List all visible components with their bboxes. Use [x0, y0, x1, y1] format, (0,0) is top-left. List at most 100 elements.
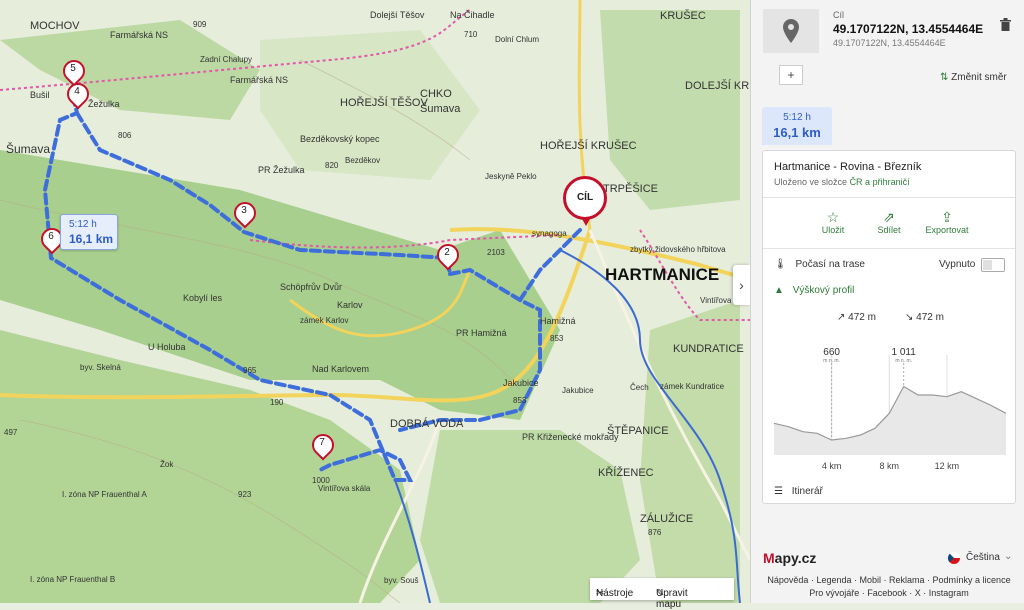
map-place-label: Vintířova skála	[318, 484, 371, 493]
route-summary-bubble[interactable]: 5:12 h 16,1 km	[60, 214, 118, 250]
change-direction-button[interactable]: ⇅ Změnit směr	[940, 72, 1007, 83]
footer-link[interactable]: Reklama	[889, 575, 925, 585]
destination-sub: 49.1707122N, 13.4554464E	[833, 38, 946, 48]
waypoint-marker[interactable]: 2	[432, 239, 464, 274]
map-canvas[interactable]: MOCHOV Farmářská NS Šumava Bušil Žežulka 806 9…	[0, 0, 780, 610]
map-place-label: 923	[238, 490, 252, 499]
map-place-label: I. zóna NP Frauenthal A	[62, 490, 147, 499]
map-place-label: Kobylí les	[183, 293, 223, 303]
destination-label: Cíl	[833, 10, 844, 20]
saved-folder-link[interactable]: ČR a přihraničí	[850, 177, 910, 187]
map-place-label: Farmářská NS	[110, 30, 169, 40]
language-select[interactable]: Čeština ⌄	[944, 550, 1014, 566]
waypoint-number: 2	[444, 247, 450, 258]
x-tick-label: 4 km	[822, 461, 842, 471]
map-place-label: 190	[270, 398, 284, 407]
waypoint-number: 7	[319, 437, 325, 448]
destination-row[interactable]: Cíl 49.1707122N, 13.4554464E 49.1707122N…	[763, 9, 1015, 53]
map-place-label: 1000	[312, 476, 330, 485]
map-place-label: Hamižná	[540, 316, 576, 326]
waypoint-marker[interactable]: 6	[36, 223, 68, 258]
footer-link[interactable]: Nápověda	[767, 575, 808, 585]
footer-link[interactable]: Facebook	[867, 588, 907, 598]
descent-icon: ↘	[905, 312, 914, 323]
weather-state: Vypnuto	[939, 259, 976, 270]
map-place-label: Bezděkov	[345, 156, 381, 165]
elevation-row[interactable]: ▲ Výškový profil	[774, 285, 854, 296]
goal-marker[interactable]: CÍL	[563, 176, 607, 226]
descent-value: 472 m	[916, 312, 944, 323]
mapy-logo[interactable]: Mapy.cz	[763, 550, 816, 566]
map-place-label: Jakubice	[503, 378, 539, 388]
route-bubble-time: 5:12 h	[69, 219, 97, 230]
map-background	[0, 0, 752, 604]
footer-links-line2: Pro vývojáře · Facebook · X · Instagram	[758, 587, 1020, 600]
elevation-max-label: 1 011	[892, 347, 917, 358]
route-name: Hartmanice - Rovina - Březník	[774, 161, 922, 173]
waypoint-number: 4	[74, 86, 80, 97]
export-button[interactable]: ⇪ Exportovat	[917, 209, 977, 235]
thermometer-icon: 🌡	[774, 259, 787, 270]
waypoint-marker[interactable]: 3	[229, 197, 261, 232]
footer-link[interactable]: Pro vývojáře	[809, 588, 859, 598]
map-place-label: 965	[243, 366, 257, 375]
delete-waypoint-button[interactable]	[1000, 18, 1011, 34]
map-place-label: ŠTĚPANICE	[607, 425, 669, 437]
route-summary-tab[interactable]: 5:12 h 16,1 km	[762, 107, 832, 145]
footer-link[interactable]: Podmínky a licence	[933, 575, 1011, 585]
summary-distance: 16,1 km	[773, 125, 821, 140]
panel-collapse-button[interactable]: ›	[733, 265, 750, 305]
footer-link[interactable]: Legenda	[816, 575, 851, 585]
elevation-unit-label: m n. m.	[895, 358, 912, 364]
goal-label: CÍL	[576, 192, 594, 203]
map-place-label: Žežulka	[88, 99, 120, 109]
waypoint-marker[interactable]: 7	[307, 429, 339, 464]
saved-info: Uloženo ve složce ČR a přihraničí	[774, 177, 910, 187]
map-place-label: byv. Souš	[384, 576, 419, 585]
map-place-label: byv. Skelná	[80, 363, 121, 372]
elevation-unit-label: m n. m.	[823, 358, 840, 364]
ascent-value: 472 m	[848, 312, 876, 323]
map-place-label: PR Křiženecké mokřady	[522, 432, 619, 442]
map-place-label: U Holuba	[148, 342, 186, 352]
tools-label: Nástroje	[596, 588, 634, 599]
elevation-label: Výškový profil	[792, 285, 855, 296]
map-place-label: Nad Karlovem	[312, 364, 370, 374]
map-place-label: HARTMANICE	[605, 265, 720, 284]
weather-row[interactable]: 🌡 Počasí na trase	[774, 259, 865, 270]
map-place-label: CHKO	[420, 88, 452, 100]
save-button[interactable]: ☆ Uložit	[803, 209, 863, 235]
map-place-label: Šumava	[420, 103, 461, 115]
add-waypoint-button[interactable]: +	[779, 65, 803, 85]
waypoint-marker[interactable]: 4	[62, 78, 94, 113]
share-label: Sdílet	[877, 225, 901, 235]
elevation-chart[interactable]: 4 km 8 km 12 km660m n. m.1 011m n. m.	[772, 335, 1008, 480]
waypoint-number: 5	[70, 63, 76, 74]
map-place-label: Farmářská NS	[230, 75, 289, 85]
divider	[763, 197, 1015, 198]
czech-flag-icon	[948, 552, 960, 564]
itinerary-label: Itinerář	[791, 486, 823, 497]
weather-toggle[interactable]	[981, 258, 1005, 272]
separator: ·	[906, 588, 915, 598]
plus-icon: +	[787, 68, 795, 82]
itinerary-button[interactable]: ☰ Itinerář	[774, 486, 823, 497]
map-place-label: Dolní Chlum	[495, 35, 540, 44]
map-place-label: Jakubice	[562, 386, 594, 395]
share-button[interactable]: ⇗ Sdílet	[859, 209, 919, 235]
list-icon: ☰	[774, 486, 783, 497]
map-place-label: PR Žežulka	[258, 165, 305, 175]
footer-link[interactable]: Instagram	[929, 588, 969, 598]
map-place-label: HOŘEJŠÍ KRUŠEC	[540, 140, 637, 152]
map-place-label: zámek Kundratice	[660, 382, 725, 391]
map-place-label: Jeskyně Peklo	[485, 172, 537, 181]
separator: ·	[851, 575, 860, 585]
footer-link[interactable]: Mobil	[860, 575, 882, 585]
map-place-label: Čech	[630, 383, 649, 392]
language-label: Čeština	[966, 552, 1000, 563]
trash-icon	[1000, 18, 1011, 31]
map-place-label: MOCHOV	[30, 20, 80, 32]
ascent-icon: ↗	[837, 312, 846, 323]
destination-coords: 49.1707122N, 13.4554464E	[833, 22, 984, 36]
mountain-icon: ▲	[774, 285, 784, 296]
